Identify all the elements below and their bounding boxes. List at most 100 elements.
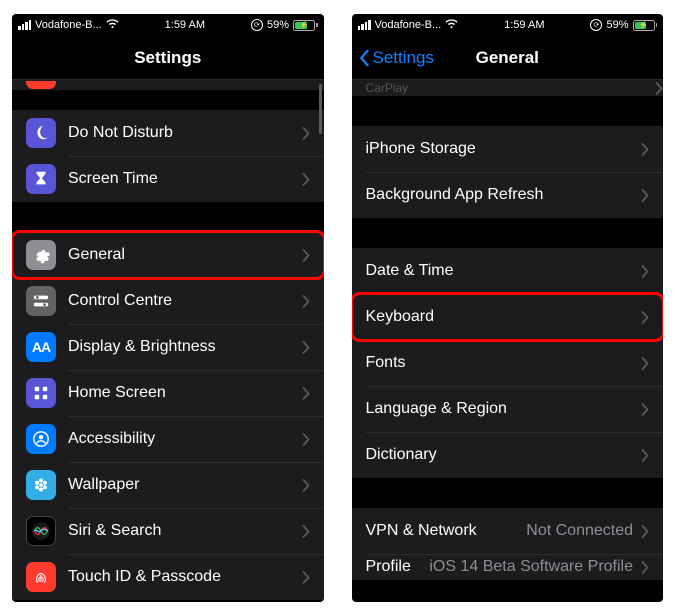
settings-row-language-region[interactable]: Language & Region xyxy=(352,386,664,432)
row-label: Do Not Disturb xyxy=(68,124,302,142)
row-label: Wallpaper xyxy=(68,476,302,494)
row-label: Siri & Search xyxy=(68,522,302,540)
chevron-right-icon xyxy=(302,249,310,262)
flower-icon xyxy=(26,470,56,500)
battery-pct: 59% xyxy=(606,19,628,31)
settings-row-date-time[interactable]: Date & Time xyxy=(352,248,664,294)
row-label: Fonts xyxy=(366,354,642,372)
back-label: Settings xyxy=(373,48,434,68)
settings-row-keyboard[interactable]: Keyboard xyxy=(352,294,664,340)
battery-pct: 59% xyxy=(267,19,289,31)
person-icon xyxy=(26,424,56,454)
chevron-right-icon xyxy=(641,525,649,538)
row-label: Home Screen xyxy=(68,384,302,402)
settings-list[interactable]: Do Not Disturb Screen Time General Control … xyxy=(12,80,324,602)
settings-row-vpn-network[interactable]: VPN & NetworkNot Connected xyxy=(352,508,664,554)
general-list[interactable]: CarPlay iPhone Storage Background App Refr… xyxy=(352,80,664,602)
fingerprint-icon xyxy=(26,562,56,592)
row-label: General xyxy=(68,246,302,264)
settings-row-background-app-refresh[interactable]: Background App Refresh xyxy=(352,172,664,218)
row-detail: Not Connected xyxy=(526,522,633,540)
wifi-icon xyxy=(445,19,458,32)
chevron-right-icon xyxy=(641,143,649,156)
chevron-right-icon xyxy=(302,295,310,308)
row-label: Touch ID & Passcode xyxy=(68,568,302,586)
row-label: Date & Time xyxy=(366,262,642,280)
chevron-right-icon xyxy=(641,449,649,462)
settings-row-touch-id-passcode[interactable]: Touch ID & Passcode xyxy=(12,554,324,600)
wifi-icon xyxy=(106,19,119,32)
AA-icon: AA xyxy=(26,332,56,362)
row-detail: iOS 14 Beta Software Profile xyxy=(429,558,633,576)
phone-general: Vodafone-B... 1:59 AM ⟳ 59% ⚡ Settings G… xyxy=(352,14,664,602)
chevron-right-icon xyxy=(302,433,310,446)
status-time: 1:59 AM xyxy=(165,19,205,31)
row-label: Accessibility xyxy=(68,430,302,448)
settings-row-partial[interactable]: CarPlay xyxy=(352,80,664,96)
phone-settings: Vodafone-B... 1:59 AM ⟳ 59% ⚡ Settings D… xyxy=(12,14,324,602)
gear-icon xyxy=(26,240,56,270)
chevron-right-icon xyxy=(641,265,649,278)
settings-row-control-centre[interactable]: Control Centre xyxy=(12,278,324,324)
chevron-right-icon xyxy=(641,561,649,574)
settings-row-home-screen[interactable]: Home Screen xyxy=(12,370,324,416)
chevron-right-icon xyxy=(302,387,310,400)
moon-icon xyxy=(26,118,56,148)
chevron-right-icon xyxy=(641,311,649,324)
back-button[interactable]: Settings xyxy=(358,48,434,68)
settings-row-fonts[interactable]: Fonts xyxy=(352,340,664,386)
signal-icon xyxy=(358,20,371,30)
row-label: iPhone Storage xyxy=(366,140,642,158)
switches-icon xyxy=(26,286,56,316)
row-label: CarPlay xyxy=(352,81,656,95)
status-bar: Vodafone-B... 1:59 AM ⟳ 59% ⚡ xyxy=(12,14,324,36)
chevron-right-icon xyxy=(641,189,649,202)
row-label: Dictionary xyxy=(366,446,642,464)
battery-icon: ⚡ xyxy=(293,20,318,31)
row-label: Profile xyxy=(366,558,430,576)
chevron-right-icon xyxy=(302,173,310,186)
chevron-right-icon xyxy=(302,571,310,584)
carrier-label: Vodafone-B... xyxy=(375,19,442,31)
settings-row-partial[interactable] xyxy=(12,80,324,90)
chevron-right-icon xyxy=(302,127,310,140)
settings-row-screen-time[interactable]: Screen Time xyxy=(12,156,324,202)
signal-icon xyxy=(18,20,31,30)
hourglass-icon xyxy=(26,164,56,194)
settings-row-profile[interactable]: ProfileiOS 14 Beta Software Profile xyxy=(352,554,664,580)
chevron-right-icon xyxy=(641,357,649,370)
chevron-right-icon xyxy=(655,82,663,95)
settings-row-wallpaper[interactable]: Wallpaper xyxy=(12,462,324,508)
partial-icon xyxy=(26,81,56,89)
chevron-right-icon xyxy=(302,341,310,354)
nav-bar: Settings xyxy=(12,36,324,80)
settings-row-do-not-disturb[interactable]: Do Not Disturb xyxy=(12,110,324,156)
chevron-right-icon xyxy=(302,525,310,538)
row-label: VPN & Network xyxy=(366,522,527,540)
grid-icon xyxy=(26,378,56,408)
settings-row-dictionary[interactable]: Dictionary xyxy=(352,432,664,478)
settings-row-display-brightness[interactable]: AA Display & Brightness xyxy=(12,324,324,370)
siri-icon xyxy=(26,516,56,546)
settings-row-siri-search[interactable]: Siri & Search xyxy=(12,508,324,554)
row-label: Display & Brightness xyxy=(68,338,302,356)
nav-title: Settings xyxy=(134,48,201,68)
row-label: Background App Refresh xyxy=(366,186,642,204)
row-label: Keyboard xyxy=(366,308,642,326)
status-bar: Vodafone-B... 1:59 AM ⟳ 59% ⚡ xyxy=(352,14,664,36)
rotation-lock-icon: ⟳ xyxy=(251,19,263,31)
chevron-right-icon xyxy=(302,479,310,492)
status-time: 1:59 AM xyxy=(504,19,544,31)
settings-row-accessibility[interactable]: Accessibility xyxy=(12,416,324,462)
nav-bar: Settings General xyxy=(352,36,664,80)
row-label: Language & Region xyxy=(366,400,642,418)
chevron-right-icon xyxy=(641,403,649,416)
settings-row-general[interactable]: General xyxy=(12,232,324,278)
row-label: Screen Time xyxy=(68,170,302,188)
scrollbar-indicator xyxy=(319,84,322,134)
row-label: Control Centre xyxy=(68,292,302,310)
carrier-label: Vodafone-B... xyxy=(35,19,102,31)
settings-row-iphone-storage[interactable]: iPhone Storage xyxy=(352,126,664,172)
battery-icon: ⚡ xyxy=(633,20,658,31)
nav-title: General xyxy=(476,48,539,68)
